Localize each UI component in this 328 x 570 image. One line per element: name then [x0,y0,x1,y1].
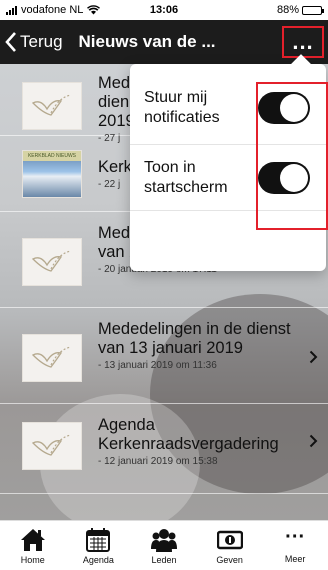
tab-label: Home [20,554,45,565]
dove-logo-icon [31,346,72,368]
more-options-button[interactable]: ... [282,26,324,58]
news-item-date: - 12 januari 2019 om 15:38 [98,456,218,467]
news-item-title: Agenda Kerkenraadsvergadering [98,416,279,453]
news-thumbnail [22,238,82,286]
chevron-right-icon [309,348,318,369]
news-item-title: Mededelingen in de dienst van 13 januari… [98,320,291,357]
news-item-text: Mededelingen in de dienst van 13 januari… [98,320,292,371]
battery-percent: 88% [276,4,299,16]
startscreen-label: Toon in startscherm [144,159,228,196]
news-thumbnail [22,422,82,470]
back-button[interactable]: Terug [0,32,63,52]
news-list-item[interactable]: Mededelingen in de dienst van 13 januari… [0,308,328,404]
chevron-right-icon [309,432,318,453]
calendar-icon [86,527,111,552]
carrier-label: vodafone NL [21,4,84,16]
notifications-label: Stuur mij notificaties [144,89,220,126]
tab-label: Agenda [82,554,114,565]
nav-bar: Terug Nieuws van de ... ... [0,20,328,64]
toggle-highlight-box [256,82,328,230]
tab-leden[interactable]: Leden [134,527,194,565]
news-thumbnail: KERKBLAD NIEUWS [22,150,82,198]
more-icon: ··· [285,525,306,548]
news-thumbnail [22,82,82,130]
chevron-left-icon [5,32,16,52]
donate-icon [216,530,243,549]
status-time: 13:06 [149,4,179,16]
tab-meer[interactable]: ··· Meer [265,525,325,564]
signal-icon [6,5,17,15]
tab-bar: Home Agenda Leden Geven ··· Meer [0,520,328,570]
news-item-date: - 13 januari 2019 om 11:36 [98,360,217,371]
tab-agenda[interactable]: Agenda [68,527,128,565]
dove-logo-icon [31,94,72,116]
dove-logo-icon [31,434,72,456]
tab-label: Geven [216,554,243,565]
news-list-item[interactable]: Agenda Kerkenraadsvergadering - 12 janua… [0,404,328,494]
tab-label: Leden [151,554,177,565]
tab-label: Meer [284,553,306,564]
page-title: Nieuws van de ... [78,32,216,51]
more-options-label: ... [292,29,314,54]
news-item-text: Agenda Kerkenraadsvergadering - 12 janua… [98,416,294,467]
tab-home[interactable]: Home [3,527,63,565]
status-right: 88% [276,4,324,16]
dove-logo-icon [31,250,72,272]
status-left: vodafone NL [6,4,101,16]
status-bar: vodafone NL 13:06 88% [0,0,328,20]
members-icon [150,528,177,552]
news-thumbnail [22,334,82,382]
battery-icon [302,5,324,15]
thumbnail-caption: KERKBLAD NIEUWS [23,151,81,161]
home-icon [20,528,45,551]
back-label: Terug [20,32,63,51]
tab-geven[interactable]: Geven [200,527,260,565]
wifi-icon [87,5,101,15]
